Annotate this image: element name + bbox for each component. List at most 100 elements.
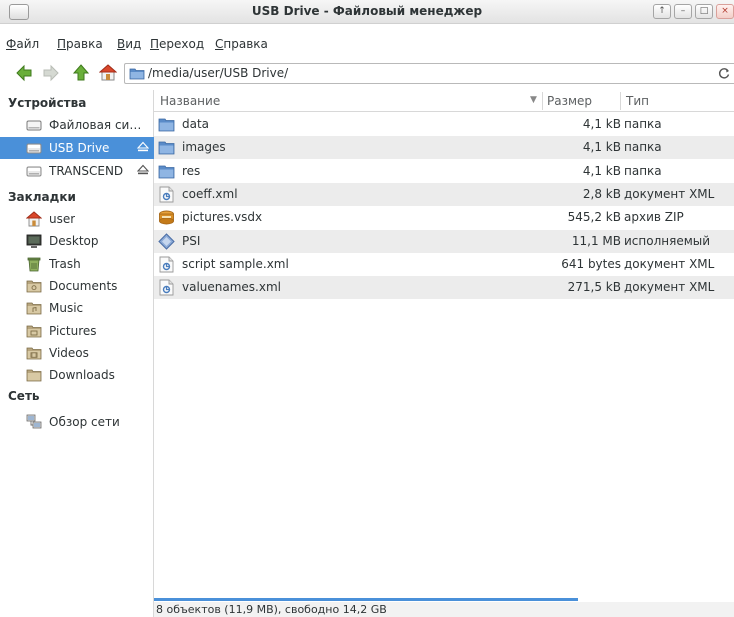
file-type: документ XML: [624, 256, 715, 271]
sidebar-item-label: Videos: [49, 345, 89, 360]
close-button[interactable]: ×: [716, 4, 734, 19]
table-row[interactable]: res 4,1 kB папка: [154, 160, 734, 183]
table-row[interactable]: coeff.xml 2,8 kB документ XML: [154, 182, 734, 206]
file-name: PSI: [182, 233, 201, 248]
file-type: папка: [624, 163, 662, 178]
sidebar-bookmark-user[interactable]: user: [0, 208, 154, 230]
menu-bar: Файл Правка Вид Переход Справка: [0, 37, 734, 57]
back-arrow-icon[interactable]: [15, 64, 33, 82]
devices-heading: Устройства: [8, 96, 87, 110]
home-icon: [25, 211, 43, 227]
file-name: data: [182, 117, 210, 131]
bookmarks-heading: Закладки: [8, 190, 76, 204]
column-separator[interactable]: [620, 92, 621, 110]
location-field[interactable]: /media/user/USB Drive/: [124, 63, 734, 84]
pictures-folder-icon: [26, 323, 42, 339]
refresh-icon[interactable]: [717, 66, 731, 80]
table-row[interactable]: valuenames.xml 271,5 kB документ XML: [154, 276, 734, 300]
xml-file-icon: [158, 186, 175, 203]
sidebar-item-label: Desktop: [49, 234, 99, 249]
sticky-button[interactable]: ↑: [653, 4, 671, 19]
maximize-button[interactable]: □: [695, 4, 713, 19]
drive-icon: [26, 117, 42, 133]
file-type: папка: [624, 140, 662, 155]
sidebar-item-label: Documents: [49, 278, 118, 293]
sidebar-bookmark-desktop[interactable]: Desktop: [0, 230, 154, 252]
file-name: script sample.xml: [182, 256, 289, 271]
menu-go[interactable]: Переход: [150, 37, 204, 51]
eject-icon[interactable]: [136, 164, 150, 176]
sidebar-item-label: Trash: [49, 256, 81, 271]
table-row[interactable]: images 4,1 kB папка: [154, 136, 734, 160]
sidebar-bookmark-documents[interactable]: Documents: [0, 275, 154, 297]
home-icon[interactable]: [99, 64, 117, 82]
file-size: 4,1 kB: [582, 117, 621, 131]
title-bar[interactable]: USB Drive - Файловый менеджер ↑ – □ ×: [0, 0, 734, 24]
sidebar-bookmark-videos[interactable]: Videos: [0, 342, 154, 364]
table-row[interactable]: PSI 11,1 MB исполняемый: [154, 229, 734, 253]
sidebar: Устройства Файловая система USB Drive TRANS…: [0, 90, 154, 617]
sidebar-device-0[interactable]: Файловая система: [0, 114, 154, 136]
sidebar-network-browse[interactable]: Обзор сети: [0, 411, 154, 433]
menu-help[interactable]: Справка: [215, 37, 268, 51]
sidebar-item-label: Обзор сети: [49, 415, 120, 429]
sidebar-device-1[interactable]: USB Drive: [0, 137, 154, 159]
column-header: Название ▼ Размер Тип: [154, 90, 734, 112]
column-type[interactable]: Тип: [626, 94, 649, 108]
file-size: 545,2 kB: [567, 210, 621, 225]
sidebar-item-label: USB Drive: [49, 141, 110, 155]
file-name: valuenames.xml: [182, 280, 281, 295]
sidebar-bookmark-trash[interactable]: Trash: [0, 253, 154, 275]
file-size: 641 bytes: [561, 256, 621, 271]
sidebar-bookmark-downloads[interactable]: Downloads: [0, 364, 154, 386]
file-type: папка: [624, 117, 662, 131]
folder-icon: [158, 139, 175, 156]
music-folder-icon: [26, 300, 42, 316]
file-list: Название ▼ Размер Тип data 4,1 kB папка ima…: [154, 90, 734, 602]
folder-icon: [129, 68, 145, 80]
network-heading: Сеть: [8, 389, 40, 403]
executable-icon: [158, 232, 175, 250]
menu-edit[interactable]: Правка: [57, 37, 103, 51]
usb-drive-icon: [26, 140, 42, 156]
file-size: 11,1 MB: [571, 233, 621, 248]
column-size[interactable]: Размер: [547, 94, 592, 108]
eject-icon[interactable]: [136, 141, 150, 153]
menu-view[interactable]: Вид: [117, 37, 141, 51]
sidebar-item-label: Pictures: [49, 323, 97, 338]
trash-icon: [26, 256, 42, 272]
file-type: документ XML: [624, 280, 715, 295]
free-space-bar: [154, 598, 578, 601]
file-manager-window: USB Drive - Файловый менеджер ↑ – □ × Фа…: [0, 0, 734, 617]
status-text: 8 объектов (11,9 MB), свободно 14,2 GB: [156, 603, 387, 616]
table-row[interactable]: script sample.xml 641 bytes документ XML: [154, 253, 734, 276]
file-name: images: [182, 140, 226, 155]
network-icon: [26, 414, 42, 430]
file-name: pictures.vsdx: [182, 210, 263, 225]
column-name[interactable]: Название: [160, 94, 220, 108]
sidebar-bookmark-pictures[interactable]: Pictures: [0, 320, 154, 342]
archive-icon: [158, 209, 175, 226]
file-size: 271,5 kB: [567, 280, 621, 295]
table-row[interactable]: pictures.vsdx 545,2 kB архив ZIP: [154, 206, 734, 229]
forward-arrow-icon[interactable]: [42, 64, 60, 82]
sort-descending-icon: ▼: [530, 95, 537, 105]
status-bar: 8 объектов (11,9 MB), свободно 14,2 GB: [154, 602, 734, 617]
file-type: архив ZIP: [624, 210, 684, 225]
videos-folder-icon: [26, 345, 42, 361]
minimize-button[interactable]: –: [674, 4, 692, 19]
up-arrow-icon[interactable]: [72, 64, 90, 82]
menu-file[interactable]: Файл: [6, 37, 39, 51]
downloads-folder-icon: [26, 367, 42, 383]
table-row[interactable]: data 4,1 kB папка: [154, 113, 734, 136]
file-name: coeff.xml: [182, 186, 238, 201]
sidebar-bookmark-music[interactable]: Music: [0, 297, 154, 319]
xml-file-icon: [158, 279, 175, 296]
xml-file-icon: [158, 256, 175, 273]
sidebar-device-2[interactable]: TRANSCEND: [0, 160, 154, 182]
file-size: 2,8 kB: [582, 186, 621, 201]
usb-drive-icon: [26, 163, 42, 179]
file-size: 4,1 kB: [582, 140, 621, 155]
documents-folder-icon: [26, 278, 42, 294]
column-separator[interactable]: [542, 92, 543, 110]
